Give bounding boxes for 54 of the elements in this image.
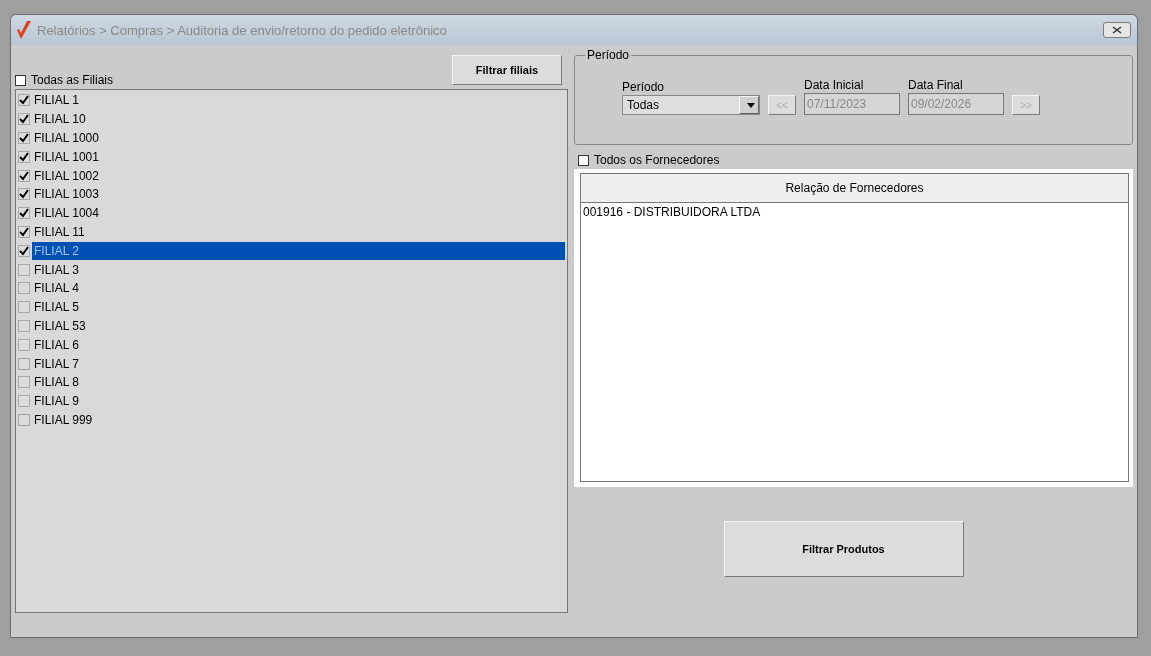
branch-item[interactable]: FILIAL 2 — [32, 241, 565, 260]
checkbox[interactable] — [18, 207, 30, 220]
period-dropdown[interactable]: Todas — [622, 95, 760, 115]
branch-item[interactable]: FILIAL 1004 — [32, 204, 565, 223]
branch-item[interactable]: FILIAL 1 — [32, 91, 565, 110]
checkbox[interactable] — [18, 413, 30, 426]
checkbox[interactable] — [18, 301, 30, 314]
checkbox[interactable] — [18, 395, 30, 408]
checkbox-label: Todas as Filiais — [31, 73, 114, 87]
close-icon — [1112, 26, 1122, 34]
checkbox[interactable] — [18, 282, 30, 295]
checkbox[interactable] — [18, 94, 30, 107]
branch-item[interactable]: FILIAL 53 — [32, 316, 565, 335]
field-label: Data Inicial — [804, 78, 865, 92]
checkbox[interactable] — [18, 357, 30, 370]
checkbox-label: Todos os Fornecedores — [594, 153, 720, 167]
field-label: Período — [622, 80, 666, 94]
branch-item[interactable]: FILIAL 8 — [32, 373, 565, 392]
close-button[interactable] — [1103, 22, 1131, 38]
filter-products-button[interactable]: Filtrar Produtos — [723, 521, 964, 577]
checkbox[interactable] — [18, 132, 30, 144]
supplier-item[interactable]: 001916 - DISTRIBUIDORA LTDA — [583, 205, 1126, 219]
branch-item[interactable]: FILIAL 1003 — [32, 185, 565, 204]
window-title: Relatórios > Compras > Auditoria de envio/retorno do pedido eletrônico — [37, 22, 448, 38]
branch-item[interactable]: FILIAL 1001 — [32, 147, 565, 166]
checkbox[interactable] — [18, 169, 30, 182]
field-label: Data Final — [908, 78, 964, 92]
branch-item[interactable]: FILIAL 5 — [32, 298, 565, 317]
branch-item[interactable]: FILIAL 11 — [32, 222, 565, 241]
checkbox[interactable] — [18, 188, 30, 201]
column-header: Relação de Fornecedores — [580, 173, 1129, 203]
checkmark-logo-icon — [17, 21, 31, 39]
branch-item[interactable]: FILIAL 6 — [32, 335, 565, 354]
branch-item[interactable]: FILIAL 10 — [32, 110, 565, 129]
checkbox[interactable] — [18, 244, 30, 257]
checkbox[interactable] — [15, 74, 26, 86]
branch-item[interactable]: FILIAL 3 — [32, 260, 565, 279]
branch-item[interactable]: FILIAL 1002 — [32, 166, 565, 185]
checkbox[interactable] — [18, 113, 30, 126]
branch-item[interactable]: FILIAL 1000 — [32, 129, 565, 147]
checkbox[interactable] — [18, 150, 30, 163]
branch-item[interactable]: FILIAL 4 — [32, 279, 565, 298]
checkbox[interactable] — [18, 319, 30, 332]
checkbox[interactable] — [18, 376, 30, 389]
branch-item[interactable]: FILIAL 999 — [32, 410, 565, 429]
branch-item[interactable]: FILIAL 9 — [32, 392, 565, 411]
checkbox[interactable] — [18, 338, 30, 351]
branch-item[interactable]: FILIAL 7 — [32, 354, 565, 373]
checkbox[interactable] — [578, 154, 589, 166]
checkbox[interactable] — [18, 225, 30, 238]
group-title: Período — [585, 48, 632, 62]
checkbox[interactable] — [18, 263, 30, 276]
dropdown-arrow-icon — [747, 102, 755, 108]
filter-branches-button[interactable]: Filtrar filiais — [452, 55, 562, 85]
